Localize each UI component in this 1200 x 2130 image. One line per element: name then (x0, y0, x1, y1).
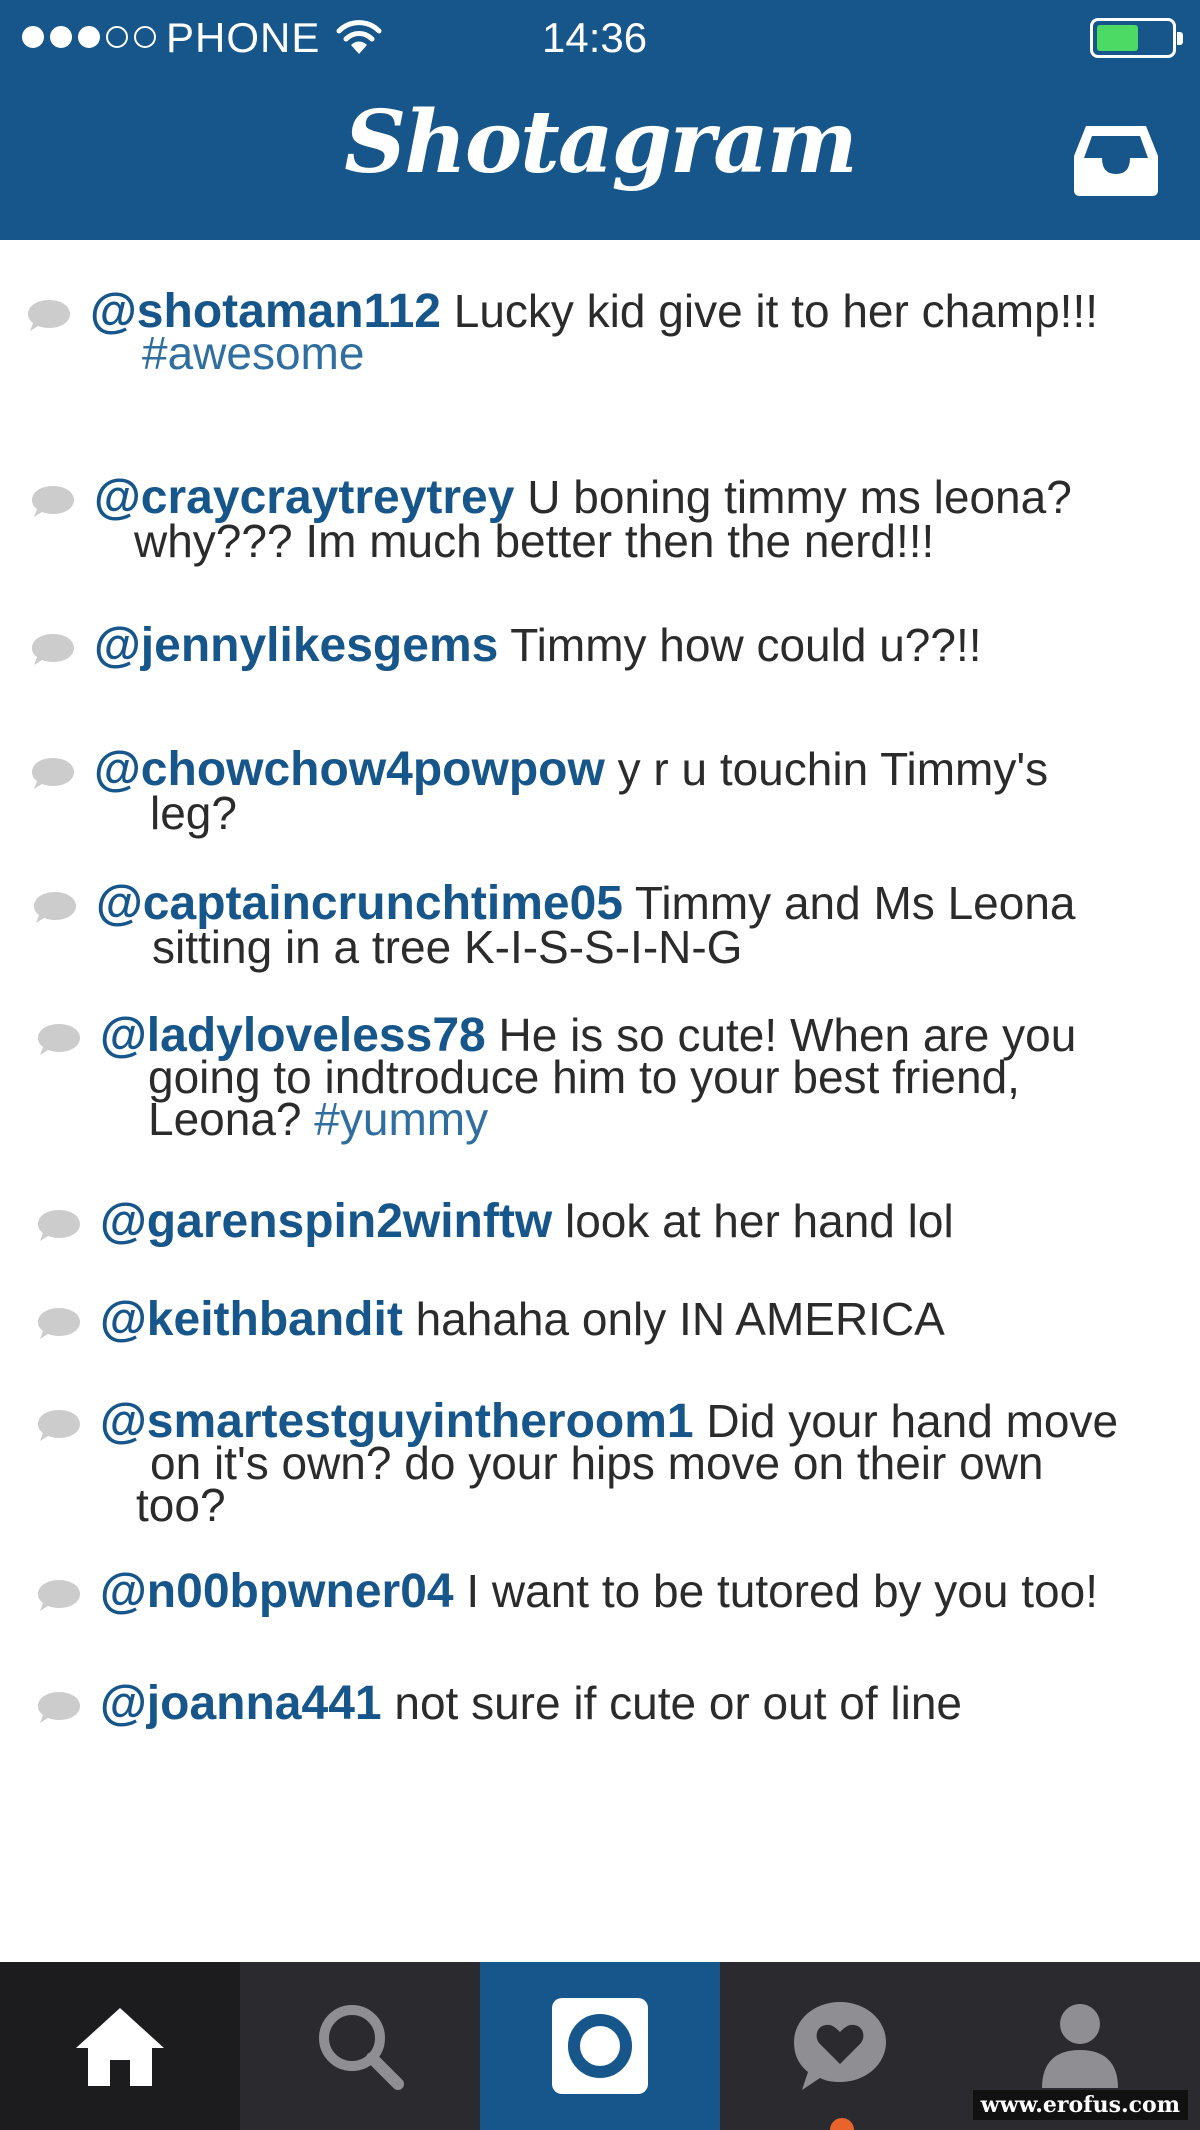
comment-bubble-icon (32, 758, 74, 789)
camera-icon (552, 1998, 648, 2094)
activity-heart-icon (794, 2002, 886, 2090)
comment-bubble-icon (38, 1410, 80, 1441)
comment-text-continued: on it's own? do your hips move on their … (150, 1437, 1044, 1489)
tab-activity[interactable] (720, 1962, 960, 2130)
status-time: 14:36 (542, 14, 648, 61)
wifi-icon (336, 20, 382, 54)
comment-bubble-icon (38, 1024, 80, 1055)
comment-hashtag[interactable]: #yummy (314, 1093, 488, 1145)
carrier-name: PHONE (166, 14, 321, 61)
comment-username[interactable]: @jennylikesgems (94, 619, 498, 672)
comment-text: look at her hand lol (564, 1195, 954, 1247)
comment-bubble-icon (38, 1210, 80, 1241)
notification-dot (830, 2118, 854, 2130)
comment-text: y r u touchin Timmy's (617, 743, 1049, 795)
bottom-tab-bar: www.erofus.com (0, 1962, 1200, 2130)
comment-text-continued: sitting in a tree K-I-S-S-I-N-G (152, 921, 743, 973)
home-icon (76, 2008, 164, 2086)
comment-text: Lucky kid give it to her champ!!! (453, 285, 1099, 337)
comment-text: I want to be tutored by you too! (466, 1565, 1098, 1617)
comment-username[interactable]: @garenspin2winftw (100, 1195, 552, 1248)
tab-home[interactable] (0, 1962, 240, 2130)
comment-bubble-icon (32, 634, 74, 665)
comment-text-continued: Leona? (148, 1093, 302, 1145)
comment-username[interactable]: @joanna441 (100, 1677, 382, 1730)
comment-bubble-icon (34, 892, 76, 923)
profile-icon (1042, 2004, 1118, 2088)
comment-text-continued: leg? (150, 787, 237, 839)
comment-bubble-icon (38, 1308, 80, 1339)
tab-camera[interactable] (480, 1962, 720, 2130)
comment-text-continued: too? (136, 1479, 226, 1531)
comment-username[interactable]: @n00bpwner04 (100, 1565, 454, 1618)
battery-icon (1090, 18, 1183, 58)
comment-list: @shotaman112 Lucky kid give it to her ch… (0, 240, 1200, 1962)
search-icon (319, 2005, 404, 2090)
tab-search[interactable] (240, 1962, 480, 2130)
app-logo-title: Shotagram (344, 92, 858, 193)
comment-text-continued: why??? Im much better then the nerd!!! (134, 515, 935, 567)
comment-hashtag[interactable]: #awesome (142, 330, 364, 376)
comment-bubble-icon (32, 486, 74, 517)
comment-text-continued: going to indtroduce him to your best fri… (148, 1051, 1020, 1103)
status-bar: PHONE 14:36 (0, 0, 1200, 78)
comment-username[interactable]: @keithbandit (100, 1293, 403, 1346)
app-header: PHONE 14:36 Shotagram (0, 0, 1200, 240)
comment-text: hahaha only IN AMERICA (415, 1293, 945, 1345)
comment-text: Timmy how could u??!! (510, 619, 982, 671)
watermark: www.erofus.com (972, 2090, 1188, 2120)
signal-strength-icon (22, 26, 156, 48)
comment-bubble-icon (38, 1692, 80, 1723)
inbox-icon[interactable] (1072, 122, 1160, 198)
battery-level (1097, 25, 1138, 51)
comment-bubble-icon (28, 300, 70, 331)
comment-text: not sure if cute or out of line (394, 1677, 963, 1729)
comment-bubble-icon (38, 1580, 80, 1611)
